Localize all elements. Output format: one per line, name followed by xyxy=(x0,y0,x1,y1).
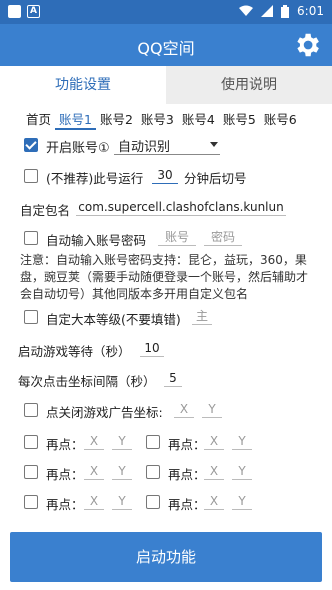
signal-icon xyxy=(261,5,274,17)
enable-account-label: 开启账号① xyxy=(46,141,110,156)
package-label: 自定包名 xyxy=(20,203,71,218)
click-checkbox[interactable] xyxy=(146,495,160,509)
app-bar: QQ空间 xyxy=(0,24,332,66)
click-y-input[interactable]: Y xyxy=(112,462,132,480)
click-x-input[interactable]: X xyxy=(84,432,104,450)
subtab-account-4[interactable]: 账号4 xyxy=(178,110,219,130)
close-ad-checkbox[interactable] xyxy=(24,403,38,417)
wait-input[interactable]: 10 xyxy=(140,339,164,357)
click-y-input[interactable]: Y xyxy=(232,432,252,450)
clock: 6:01 xyxy=(297,4,324,18)
click-y-input[interactable]: Y xyxy=(112,492,132,510)
app-notification-icon: A xyxy=(27,5,40,18)
mode-dropdown[interactable]: 自动识别 xyxy=(114,135,220,155)
notification-icon xyxy=(8,5,21,18)
click-y-input[interactable]: Y xyxy=(232,462,252,480)
click-checkbox[interactable] xyxy=(146,465,160,479)
click-label: 再点： xyxy=(46,497,84,512)
switch-minutes-input[interactable]: 30 xyxy=(152,166,178,184)
wifi-icon xyxy=(239,5,254,16)
subtab-account-1[interactable]: 账号1 xyxy=(55,110,96,130)
click-x-input[interactable]: X xyxy=(204,492,224,510)
level-input[interactable]: 主 xyxy=(192,307,212,325)
click-label: 再点： xyxy=(168,467,206,482)
level-label: 自定大本等级(不要填错) xyxy=(46,312,181,327)
auto-password-checkbox[interactable] xyxy=(24,231,38,245)
wait-label: 启动游戏等待（秒） xyxy=(18,344,131,359)
click-x-input[interactable]: X xyxy=(204,462,224,480)
switch-account-checkbox[interactable] xyxy=(24,169,38,183)
subtab-account-6[interactable]: 账号6 xyxy=(260,110,301,130)
switch-prefix-label: (不推荐)此号运行 xyxy=(46,171,144,186)
auto-password-label: 自动输入账号密码 xyxy=(46,233,147,248)
tab-function-settings[interactable]: 功能设置 xyxy=(0,66,166,104)
click-checkbox[interactable] xyxy=(24,435,38,449)
note-text: 注意：自动输入账号密码支持：昆仑，益玩，360，果盘，豌豆荚（需要手动随便登录一… xyxy=(20,253,309,301)
tab-instructions[interactable]: 使用说明 xyxy=(166,66,332,104)
level-checkbox[interactable] xyxy=(24,310,38,324)
gear-icon[interactable] xyxy=(292,30,322,60)
click-label: 再点： xyxy=(168,437,206,452)
subtab-account-2[interactable]: 账号2 xyxy=(96,110,137,130)
close-ad-label: 点关闭游戏广告坐标: xyxy=(46,405,163,420)
interval-label: 每次点击坐标间隔（秒） xyxy=(18,374,156,389)
click-label: 再点： xyxy=(168,497,206,512)
start-button[interactable]: 启动功能 xyxy=(10,532,322,582)
chevron-down-icon xyxy=(210,142,218,147)
click-x-input[interactable]: X xyxy=(84,492,104,510)
click-y-input[interactable]: Y xyxy=(232,492,252,510)
click-checkbox[interactable] xyxy=(24,465,38,479)
click-y-input[interactable]: Y xyxy=(112,432,132,450)
click-checkbox[interactable] xyxy=(24,495,38,509)
main-tabs: 功能设置 使用说明 xyxy=(0,66,332,104)
click-x-input[interactable]: X xyxy=(84,462,104,480)
account-input[interactable]: 账号 xyxy=(158,228,196,246)
click-checkbox[interactable] xyxy=(146,435,160,449)
interval-input[interactable]: 5 xyxy=(164,369,182,387)
battery-icon xyxy=(281,4,290,18)
close-ad-y-input[interactable]: Y xyxy=(202,400,222,418)
page-title: QQ空间 xyxy=(137,39,195,58)
switch-suffix-label: 分钟后切号 xyxy=(184,171,247,186)
click-label: 再点： xyxy=(46,467,84,482)
enable-account-checkbox[interactable] xyxy=(24,138,38,152)
close-ad-x-input[interactable]: X xyxy=(174,400,194,418)
status-bar: A 6:01 xyxy=(0,0,332,24)
account-tabs: 首页 账号1 账号2 账号3 账号4 账号5 账号6 xyxy=(22,110,301,130)
subtab-home[interactable]: 首页 xyxy=(22,110,55,130)
click-x-input[interactable]: X xyxy=(204,432,224,450)
password-input[interactable]: 密码 xyxy=(204,228,242,246)
click-label: 再点： xyxy=(46,437,84,452)
mode-dropdown-value: 自动识别 xyxy=(118,140,171,155)
subtab-account-3[interactable]: 账号3 xyxy=(137,110,178,130)
subtab-account-5[interactable]: 账号5 xyxy=(219,110,260,130)
package-input[interactable]: com.supercell.clashofclans.kunlun xyxy=(76,198,286,216)
